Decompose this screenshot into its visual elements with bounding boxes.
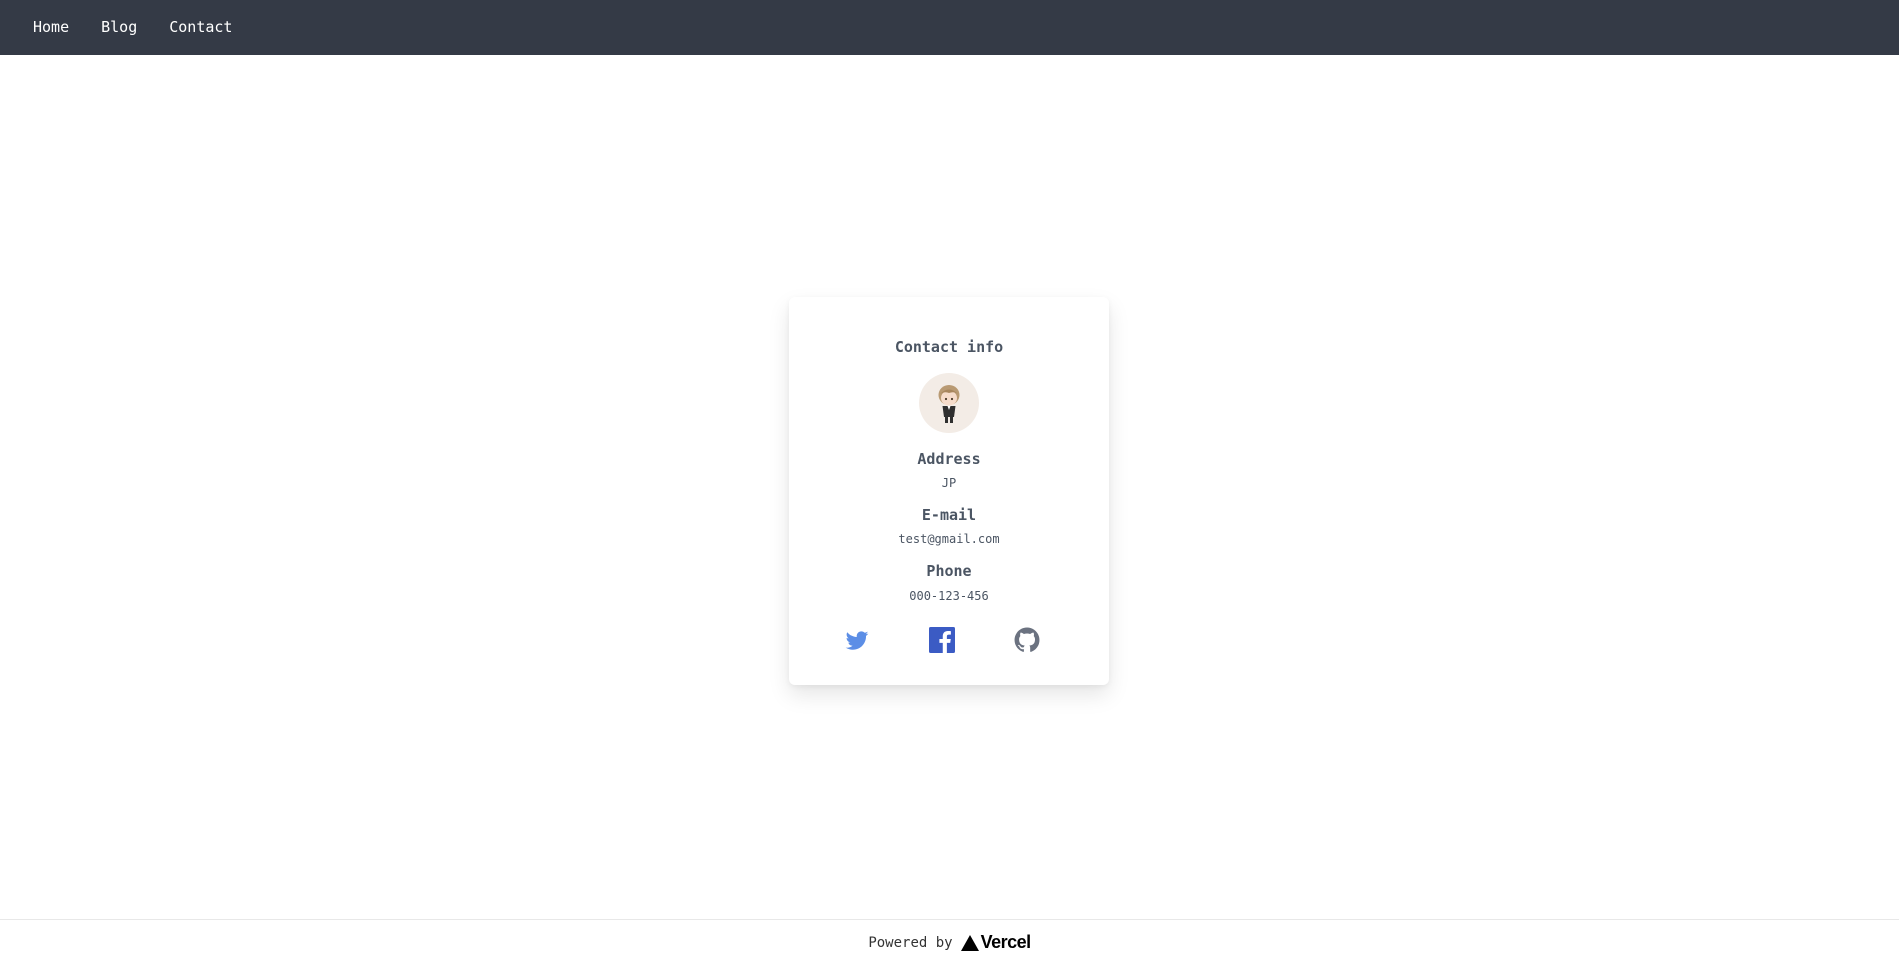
address-label: Address xyxy=(917,450,981,468)
card-title: Contact info xyxy=(894,338,1004,356)
powered-by-label: Powered by xyxy=(868,934,953,951)
email-value: test@gmail.com xyxy=(898,532,1000,546)
contact-card: Contact info Address JP E-mail test@gmai… xyxy=(789,297,1109,685)
nav-contact-link[interactable]: Contact xyxy=(153,0,248,55)
social-links xyxy=(789,627,1109,653)
site-footer: Powered by Vercel xyxy=(0,919,1899,965)
avatar xyxy=(919,373,979,433)
twitter-icon xyxy=(845,631,869,650)
phone-value: 000-123-456 xyxy=(909,589,989,603)
vercel-wordmark: Vercel xyxy=(980,932,1032,952)
email-label: E-mail xyxy=(921,506,977,524)
github-link[interactable] xyxy=(1014,627,1040,653)
chibi-character-icon xyxy=(938,385,960,423)
phone-label: Phone xyxy=(926,562,972,580)
facebook-icon xyxy=(929,627,955,653)
twitter-link[interactable] xyxy=(844,627,870,653)
github-icon xyxy=(1014,627,1040,652)
nav-blog-link[interactable]: Blog xyxy=(85,0,153,55)
vercel-logo-icon xyxy=(960,934,979,951)
address-value: JP xyxy=(941,476,957,490)
top-navbar: Home Blog Contact xyxy=(0,0,1899,55)
vercel-footer-link[interactable]: Powered by Vercel xyxy=(868,932,1032,953)
nav-home-link[interactable]: Home xyxy=(17,0,85,55)
facebook-link[interactable] xyxy=(929,627,955,653)
